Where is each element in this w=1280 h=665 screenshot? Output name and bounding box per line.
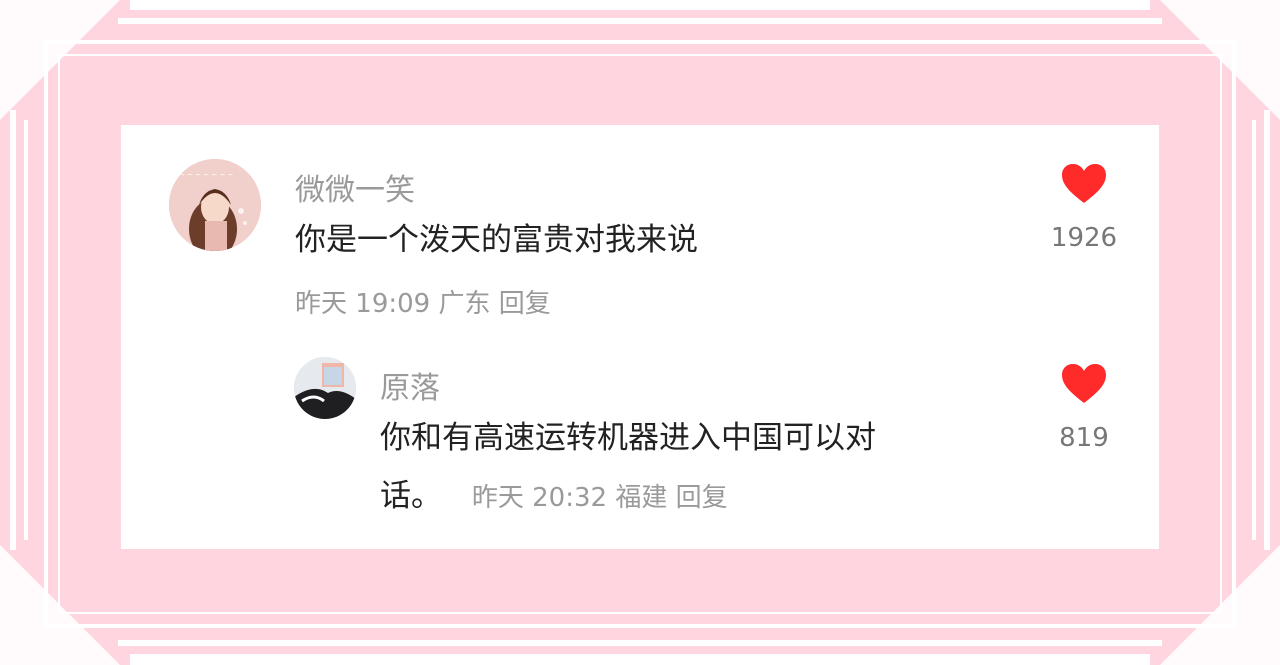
comment-card: ~ ~ ~ ~ ~ ~ ~ 微微一笑 你是一个泼天的富贵对我来说 昨天 19:0… bbox=[121, 125, 1159, 549]
comment-item: ~ ~ ~ ~ ~ ~ ~ 微微一笑 你是一个泼天的富贵对我来说 昨天 19:0… bbox=[121, 125, 1159, 335]
decor-stripe-top bbox=[130, 0, 1150, 10]
decor-stripe-right-2 bbox=[1252, 120, 1256, 540]
girl-avatar-icon: ~ ~ ~ ~ ~ ~ ~ bbox=[169, 159, 261, 251]
comment-text: 你和有高速运转机器进入中国可以对 话。 昨天 20:32 福建 回复 bbox=[380, 409, 1020, 527]
reply-button[interactable]: 回复 bbox=[499, 289, 551, 319]
reply-button[interactable]: 回复 bbox=[676, 483, 728, 513]
like-button[interactable] bbox=[1061, 363, 1107, 405]
comment-location: 福建 bbox=[615, 483, 668, 513]
decor-stripe-right bbox=[1264, 110, 1270, 550]
like-button[interactable] bbox=[1061, 163, 1107, 205]
svg-text:~ ~ ~ ~ ~ ~ ~: ~ ~ ~ ~ ~ ~ ~ bbox=[179, 171, 234, 179]
comment-text-line: 你和有高速运转机器进入中国可以对 bbox=[380, 420, 876, 456]
heart-icon bbox=[1062, 364, 1106, 403]
comment-meta: 昨天 20:32 福建 回复 bbox=[472, 483, 728, 513]
decor-stripe-left-2 bbox=[24, 120, 28, 540]
comment-text-tail: 话。 bbox=[380, 478, 442, 514]
comment-meta: 昨天 19:09 广东 回复 bbox=[295, 283, 551, 320]
decor-stripe-bottom bbox=[118, 640, 1162, 646]
comment-author[interactable]: 原落 bbox=[380, 363, 440, 407]
comment-date: 昨天 bbox=[295, 289, 348, 319]
photo-avatar-icon bbox=[294, 357, 356, 419]
avatar[interactable]: ~ ~ ~ ~ ~ ~ ~ bbox=[169, 159, 261, 251]
decor-stripe-top-2 bbox=[118, 18, 1162, 24]
like-count: 819 bbox=[1059, 423, 1109, 453]
comment-time: 19:09 bbox=[355, 289, 431, 319]
avatar[interactable] bbox=[294, 357, 356, 419]
comment-text-line: 话。 昨天 20:32 福建 回复 bbox=[380, 467, 1020, 527]
comment-date: 昨天 bbox=[471, 483, 524, 513]
comment-item: 原落 你和有高速运转机器进入中国可以对 话。 昨天 20:32 福建 回复 81… bbox=[121, 335, 1159, 549]
like-count: 1926 bbox=[1050, 223, 1118, 253]
heart-icon bbox=[1062, 164, 1106, 203]
comment-location: 广东 bbox=[438, 289, 491, 319]
comment-time: 20:32 bbox=[532, 483, 608, 513]
decor-stripe-bottom-2 bbox=[130, 654, 1150, 665]
comment-text: 你是一个泼天的富贵对我来说 bbox=[295, 222, 698, 258]
comment-author[interactable]: 微微一笑 bbox=[295, 165, 415, 209]
decor-stripe-left bbox=[10, 110, 16, 550]
